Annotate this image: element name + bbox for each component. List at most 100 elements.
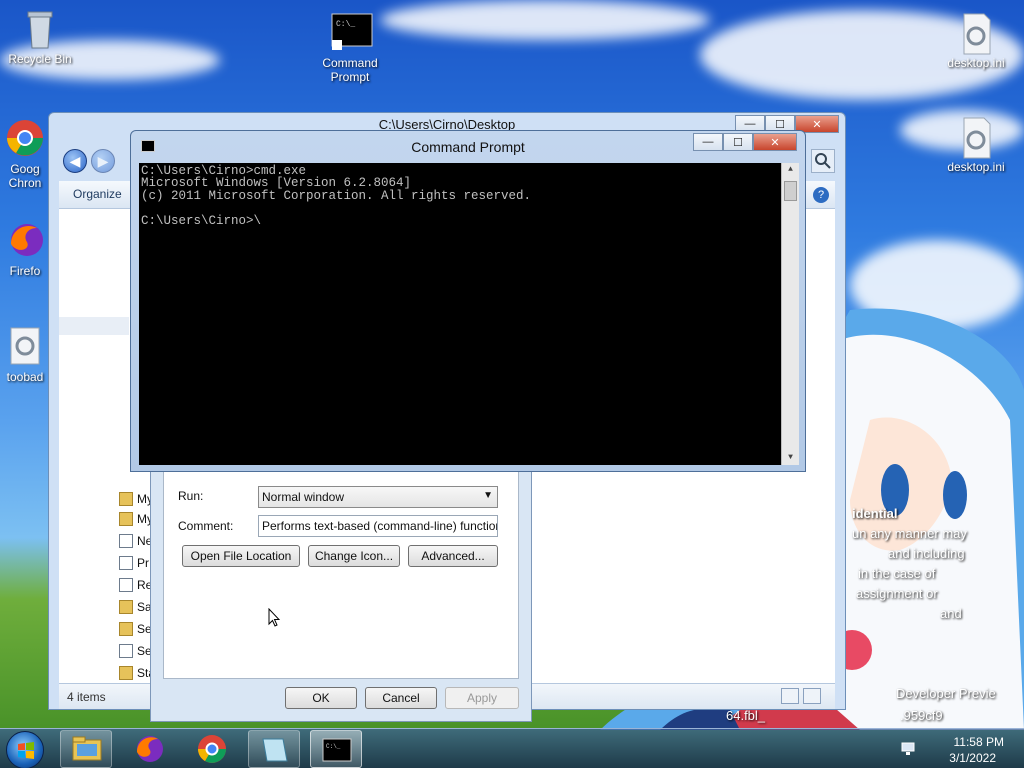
system-tray: 11:58 PM 3/1/2022: [894, 733, 1014, 767]
wallpaper-watermark: and: [940, 606, 962, 621]
taskbar: C:\_ 11:58 PM 3/1/2022: [0, 728, 1024, 768]
recycle-bin-icon: [20, 8, 60, 49]
cmd-icon: C:\_: [322, 738, 352, 762]
build-watermark: 64.fbl_: [726, 708, 766, 723]
back-button[interactable]: ◀: [63, 149, 87, 173]
command-prompt-icon: C:\_: [330, 12, 373, 52]
search-button[interactable]: [811, 149, 835, 173]
desktop-icon-firefox[interactable]: Firefo: [0, 220, 50, 278]
shortcut-icon: [119, 556, 133, 570]
wallpaper-watermark: idential: [852, 506, 898, 521]
desktop-icon-toobad[interactable]: toobad: [0, 326, 50, 384]
console-output[interactable]: C:\Users\Cirno>cmd.exe Microsoft Windows …: [139, 163, 799, 465]
explorer-icon: [72, 736, 102, 761]
wallpaper-watermark: un any manner may: [852, 526, 967, 541]
ok-button[interactable]: OK: [285, 687, 357, 709]
help-icon[interactable]: ?: [813, 187, 829, 203]
comment-label: Comment:: [178, 519, 234, 533]
forward-button[interactable]: ▶: [91, 149, 115, 173]
settings-file-icon: [956, 12, 996, 55]
desktop-icon-recycle-bin[interactable]: Recycle Bin: [0, 8, 80, 66]
svg-text:C:\_: C:\_: [326, 743, 341, 750]
scroll-thumb[interactable]: [784, 181, 797, 201]
apply-button[interactable]: Apply: [445, 687, 519, 709]
desktop-icon-label: toobad: [6, 370, 44, 384]
build-watermark: Developer Previe: [896, 686, 996, 701]
large-icons-view-button[interactable]: [803, 688, 821, 704]
comment-value: Performs text-based (command-line) funct…: [262, 519, 498, 533]
nav-tree-selected-row: [59, 317, 129, 335]
shortcut-icon: [119, 534, 133, 548]
wallpaper-watermark: assignment or: [856, 586, 938, 601]
desktop-icon-label: Firefo: [9, 264, 41, 278]
desktop-icon-label: desktop.ini: [947, 160, 1005, 174]
advanced-button[interactable]: Advanced...: [408, 545, 498, 567]
command-prompt-window: Command Prompt — ☐ ✕ C:\Users\Cirno>cmd.…: [130, 130, 806, 472]
settings-file-icon: [956, 116, 996, 159]
folder-icon: [119, 512, 133, 526]
firefox-icon: [137, 736, 163, 762]
console-line: (c) 2011 Microsoft Corporation. All righ…: [141, 188, 532, 203]
desktop-icon-desktop-ini-1[interactable]: desktop.ini: [936, 12, 1016, 70]
maximize-button[interactable]: ☐: [723, 133, 753, 151]
build-watermark: .959cf9: [900, 708, 943, 723]
notepad-icon: [262, 738, 288, 762]
item-count: 4 items: [67, 690, 106, 704]
svg-text:C:\_: C:\_: [336, 20, 355, 29]
chevron-down-icon: ▼: [483, 490, 493, 501]
desktop-icon-label: Goog Chron: [8, 162, 42, 190]
folder-icon: [119, 600, 133, 614]
windows-logo-icon: [18, 742, 34, 759]
taskbar-explorer[interactable]: [60, 730, 112, 768]
settings-file-icon: [5, 326, 45, 366]
chrome-icon: [5, 118, 45, 158]
firefox-icon: [5, 220, 45, 260]
view-toggle: [781, 688, 821, 704]
folder-icon: [119, 492, 133, 506]
console-line: C:\Users\Cirno>\: [141, 213, 262, 228]
desktop-icon-label: desktop.ini: [947, 56, 1005, 70]
chrome-icon: [198, 735, 226, 763]
desktop-icon-desktop-ini-2[interactable]: desktop.ini: [936, 116, 1016, 174]
run-select[interactable]: Normal window ▼: [258, 486, 498, 508]
properties-dialog: Run: Normal window ▼ Comment: Performs t…: [150, 460, 532, 722]
close-button[interactable]: ✕: [753, 133, 797, 151]
desktop-icon-label: Recycle Bin: [8, 52, 72, 66]
clock-time[interactable]: 11:58 PM: [954, 735, 1004, 749]
network-icon[interactable]: [900, 741, 916, 757]
wallpaper-watermark: and including: [888, 546, 965, 561]
clock-date[interactable]: 3/1/2022: [949, 751, 996, 765]
taskbar-firefox[interactable]: [124, 730, 176, 768]
search-icon: [815, 153, 831, 169]
organize-menu[interactable]: Organize: [73, 187, 122, 201]
vertical-scrollbar[interactable]: ▲ ▼: [781, 163, 799, 465]
console-line: Microsoft Windows [Version 6.2.8064]: [141, 176, 412, 191]
comment-field[interactable]: Performs text-based (command-line) funct…: [258, 515, 498, 537]
start-button[interactable]: [6, 731, 44, 768]
minimize-button[interactable]: —: [693, 133, 723, 151]
scroll-down-arrow-icon[interactable]: ▼: [782, 451, 799, 465]
mouse-cursor-icon: [268, 608, 280, 627]
run-select-value: Normal window: [262, 490, 345, 504]
desktop-icon-google-chrome[interactable]: Goog Chron: [0, 118, 50, 190]
window-controls: — ☐ ✕: [693, 133, 797, 151]
open-file-location-button[interactable]: Open File Location: [182, 545, 300, 567]
shortcut-tab-panel: Run: Normal window ▼ Comment: Performs t…: [163, 461, 519, 679]
wallpaper-watermark: in the case of: [858, 566, 936, 581]
shortcut-icon: [119, 644, 133, 658]
taskbar-chrome[interactable]: [186, 730, 238, 768]
change-icon-button[interactable]: Change Icon...: [308, 545, 400, 567]
shortcut-icon: [119, 578, 133, 592]
details-view-button[interactable]: [781, 688, 799, 704]
desktop-icon-command-prompt[interactable]: C:\_ Command Prompt: [310, 12, 390, 84]
taskbar-notepad[interactable]: [248, 730, 300, 768]
taskbar-cmd[interactable]: C:\_: [310, 730, 362, 768]
folder-icon: [119, 622, 133, 636]
cancel-button[interactable]: Cancel: [365, 687, 437, 709]
folder-icon: [119, 666, 133, 680]
cloud: [380, 0, 710, 40]
run-label: Run:: [178, 489, 204, 503]
scroll-up-arrow-icon[interactable]: ▲: [782, 163, 799, 177]
desktop-icon-label: Command Prompt: [322, 56, 378, 84]
